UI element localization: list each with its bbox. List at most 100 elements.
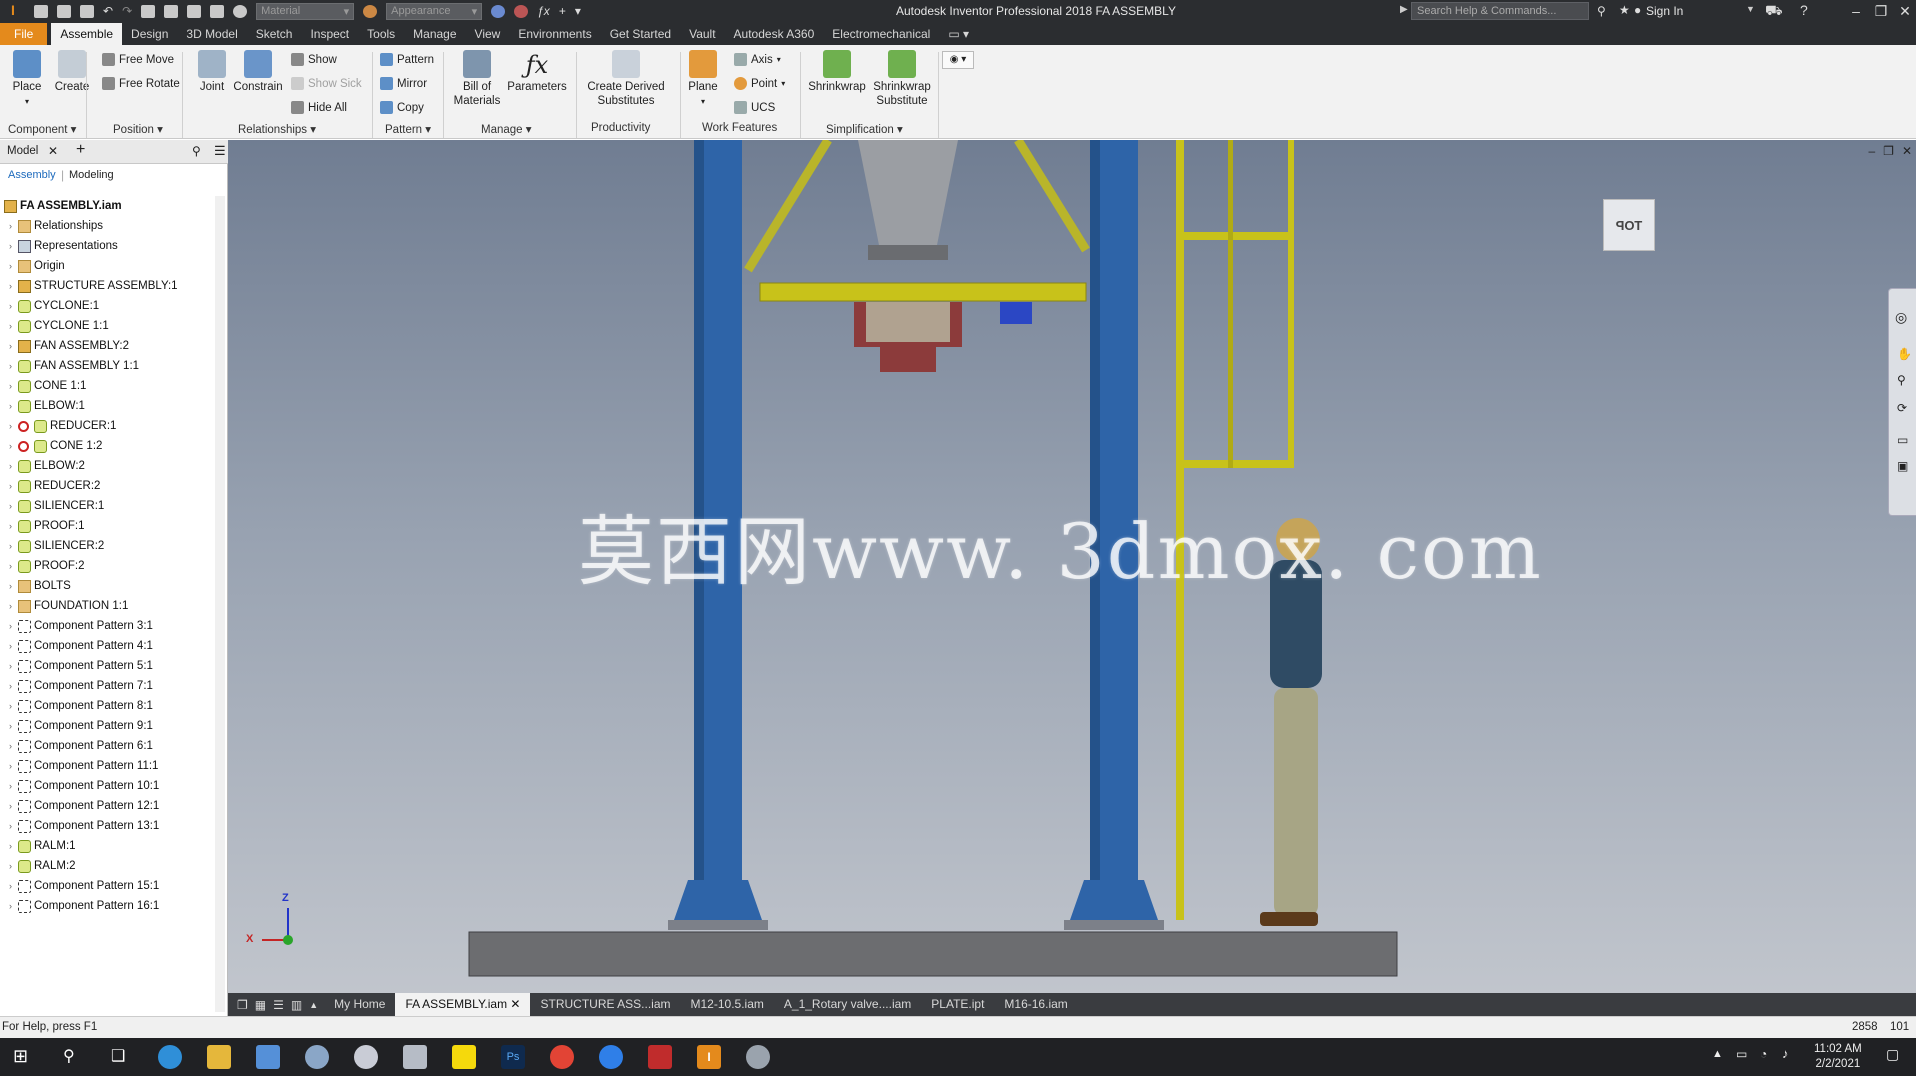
viewport-close-button[interactable]: ✕	[1902, 144, 1912, 158]
expand-chevron-icon[interactable]: ›	[6, 361, 15, 371]
tab-tools[interactable]: Tools	[358, 23, 404, 45]
doc-tab[interactable]: My Home	[324, 993, 395, 1016]
free-move-button[interactable]: Free Move	[102, 53, 174, 66]
place-button[interactable]: Place ▾	[8, 50, 46, 109]
ribbon-options-button[interactable]: ◉ ▾	[942, 51, 974, 69]
expand-chevron-icon[interactable]: ›	[6, 461, 15, 471]
tree-item[interactable]: › Origin	[0, 256, 65, 276]
tree-item[interactable]: › BOLTS	[0, 576, 71, 596]
close-button[interactable]: ✕	[1894, 2, 1916, 20]
store-icon[interactable]	[256, 1045, 280, 1069]
autocad-icon[interactable]	[648, 1045, 672, 1069]
print-icon[interactable]	[164, 4, 179, 18]
expand-chevron-icon[interactable]: ›	[6, 481, 15, 491]
clear-icon[interactable]	[514, 4, 529, 18]
save-icon[interactable]	[80, 4, 94, 18]
expand-chevron-icon[interactable]: ›	[6, 521, 15, 531]
tree-item[interactable]: › Component Pattern 16:1	[0, 896, 159, 916]
tree-item[interactable]: › Component Pattern 5:1	[0, 656, 153, 676]
app-icon[interactable]	[354, 1045, 378, 1069]
expand-chevron-icon[interactable]: ›	[6, 421, 15, 431]
viewcube[interactable]: TOP	[1603, 199, 1655, 251]
tree-item[interactable]: › SILIENCER:1	[0, 496, 104, 516]
clock[interactable]: 11:02 AM 2/2/2021	[1814, 1042, 1862, 1072]
tree-item[interactable]: › ELBOW:2	[0, 456, 85, 476]
select-icon[interactable]	[187, 4, 202, 18]
panel-component[interactable]: Component ▾	[8, 122, 76, 136]
new-file-icon[interactable]	[34, 4, 48, 18]
close-tab-icon[interactable]: ✕	[507, 997, 520, 1011]
photoshop-icon[interactable]: Ps	[501, 1045, 525, 1069]
add-browser-icon[interactable]: +	[76, 141, 85, 159]
expand-chevron-icon[interactable]: ›	[6, 761, 15, 771]
tree-item[interactable]: › REDUCER:1	[0, 416, 116, 436]
expand-chevron-icon[interactable]: ›	[6, 841, 15, 851]
tree-item[interactable]: › ELBOW:1	[0, 396, 85, 416]
sign-in-button[interactable]: Sign In	[1646, 4, 1683, 18]
tree-item[interactable]: › PROOF:1	[0, 516, 84, 536]
tab-get-started[interactable]: Get Started	[601, 23, 680, 45]
tree-item[interactable]: › Component Pattern 13:1	[0, 816, 159, 836]
doc-tab[interactable]: M12-10.5.iam	[681, 993, 774, 1016]
expand-chevron-icon[interactable]: ›	[6, 801, 15, 811]
tree-item[interactable]: › CONE 1:2	[0, 436, 102, 456]
parameters-button[interactable]: ƒx Parameters	[506, 50, 568, 94]
tree-item[interactable]: › Component Pattern 10:1	[0, 776, 159, 796]
tab-view[interactable]: View	[466, 23, 510, 45]
close-browser-tab-icon[interactable]: ✕	[48, 144, 58, 158]
tree-root[interactable]: FA ASSEMBLY.iam	[0, 196, 122, 216]
graphics-viewport[interactable]: Z X – ❐ ✕ 莫西网www. 3dmox. com	[228, 140, 1916, 1016]
view-face-icon[interactable]: ▣	[1897, 459, 1908, 473]
tab-3d-model[interactable]: 3D Model	[177, 23, 246, 45]
expand-chevron-icon[interactable]: ›	[6, 221, 15, 231]
panel-pattern[interactable]: Pattern ▾	[385, 122, 431, 136]
windows-start-icon[interactable]: ⊞	[13, 1046, 28, 1067]
subtab-assembly[interactable]: Assembly	[8, 169, 56, 181]
help-icon[interactable]: ?	[1800, 2, 1808, 18]
tree-item[interactable]: › REDUCER:2	[0, 476, 100, 496]
file-explorer-icon[interactable]	[207, 1045, 231, 1069]
chevron-down-icon[interactable]: ▼	[1746, 4, 1755, 14]
expand-chevron-icon[interactable]: ›	[6, 601, 15, 611]
cascade-icon[interactable]: ❐	[237, 998, 248, 1012]
tree-item[interactable]: › Component Pattern 4:1	[0, 636, 153, 656]
expand-chevron-icon[interactable]: ›	[6, 741, 15, 751]
web-icon[interactable]	[233, 4, 248, 18]
viewport-minimize-button[interactable]: –	[1868, 144, 1875, 158]
tree-item[interactable]: › Component Pattern 6:1	[0, 736, 153, 756]
expand-chevron-icon[interactable]: ›	[6, 861, 15, 871]
chevron-right-icon[interactable]: ▶	[1400, 4, 1408, 15]
app-icon[interactable]	[305, 1045, 329, 1069]
expand-chevron-icon[interactable]: ›	[6, 661, 15, 671]
vertical-icon[interactable]: ▥	[291, 998, 302, 1012]
fx-icon[interactable]: ƒx	[537, 4, 550, 18]
expand-chevron-icon[interactable]: ›	[6, 581, 15, 591]
tab-environments[interactable]: Environments	[509, 23, 600, 45]
browser-tab-model[interactable]: Model	[7, 145, 38, 157]
tab-autodesk-a360[interactable]: Autodesk A360	[725, 23, 824, 45]
axis-button[interactable]: Axis ▾	[734, 53, 781, 66]
app-icon[interactable]	[746, 1045, 770, 1069]
customize-dropdown-icon[interactable]: ▾	[575, 4, 581, 18]
point-button[interactable]: Point ▾	[734, 77, 785, 90]
zalo-icon[interactable]	[599, 1045, 623, 1069]
tree-item[interactable]: › PROOF:2	[0, 556, 84, 576]
inventor-logo-icon[interactable]: I	[4, 2, 22, 21]
undo-icon[interactable]: ↶	[103, 4, 113, 18]
tab-inspect[interactable]: Inspect	[301, 23, 358, 45]
expand-chevron-icon[interactable]: ›	[6, 341, 15, 351]
expand-chevron-icon[interactable]: ›	[6, 501, 15, 511]
create-derived-substitutes-button[interactable]: Create Derived Substitutes	[582, 50, 670, 108]
pan-icon[interactable]: ✋	[1897, 347, 1912, 361]
plus-icon[interactable]: +	[559, 4, 566, 18]
tree-item[interactable]: › CYCLONE 1:1	[0, 316, 109, 336]
network-icon[interactable]: ▭	[1736, 1047, 1747, 1061]
show-sick-button[interactable]: Show Sick	[291, 77, 362, 90]
expand-chevron-icon[interactable]: ›	[6, 441, 15, 451]
tab-sketch[interactable]: Sketch	[247, 23, 302, 45]
tab-overflow-icon[interactable]: ▭ ▾	[939, 23, 978, 45]
wifi-icon[interactable]: ◔	[1760, 1047, 1767, 1061]
appearance-icon[interactable]	[363, 4, 378, 18]
expand-chevron-icon[interactable]: ›	[6, 621, 15, 631]
doc-tab[interactable]: FA ASSEMBLY.iam ✕	[395, 993, 531, 1016]
